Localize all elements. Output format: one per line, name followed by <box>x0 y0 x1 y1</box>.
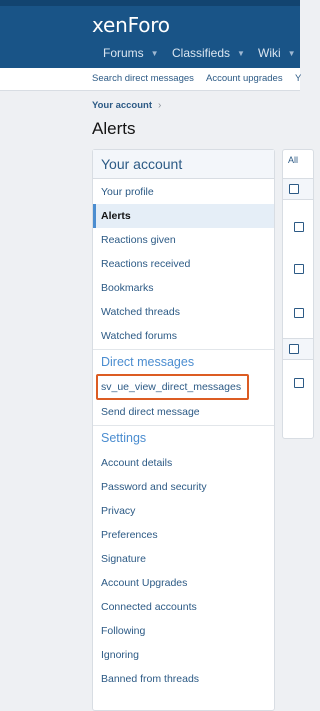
nav-classifieds[interactable]: Classifieds ▼ <box>172 46 245 60</box>
subnav-account-upgrades[interactable]: Account upgrades <box>206 73 283 84</box>
sidebar-item-privacy[interactable]: Privacy <box>93 499 274 523</box>
alert-checkbox[interactable] <box>294 308 304 318</box>
breadcrumb-separator-icon: › <box>158 100 162 111</box>
sidebar-item-reactions-given[interactable]: Reactions given <box>93 228 274 252</box>
sidebar-item-bookmarks[interactable]: Bookmarks <box>93 276 274 300</box>
alert-checkbox[interactable] <box>294 264 304 274</box>
nav-classifieds-label: Classifieds <box>172 46 231 60</box>
sidebar-header: Your account <box>93 150 274 179</box>
sidebar-item-following[interactable]: Following <box>93 619 274 643</box>
subnav-more-link[interactable]: Y <box>295 73 301 84</box>
nav-forums-label: Forums <box>103 46 144 60</box>
subnav-search-direct-messages[interactable]: Search direct messages <box>92 73 194 84</box>
sidebar-section-direct-messages: Direct messages <box>93 349 274 373</box>
sidebar-item-watched-forums[interactable]: Watched forums <box>93 324 274 348</box>
nav-wiki-label: Wiki <box>258 46 281 60</box>
sidebar-item-send-direct-message[interactable]: Send direct message <box>93 400 274 424</box>
alert-checkbox[interactable] <box>294 222 304 232</box>
select-group-checkbox[interactable] <box>289 344 299 354</box>
header-top-strip <box>0 0 300 6</box>
site-logo[interactable]: xenForo <box>92 13 170 37</box>
sidebar-item-watched-threads[interactable]: Watched threads <box>93 300 274 324</box>
account-sidebar: Your account Your profile Alerts Reactio… <box>92 149 275 711</box>
sidebar-title: Your account <box>101 156 183 172</box>
chevron-down-icon[interactable]: ▼ <box>288 49 296 58</box>
highlight-box <box>96 374 249 400</box>
sidebar-item-banned-from-threads[interactable]: Banned from threads <box>93 667 274 691</box>
sidebar-item-reactions-received[interactable]: Reactions received <box>93 252 274 276</box>
sidebar-item-signature[interactable]: Signature <box>93 547 274 571</box>
sidebar-item-account-upgrades[interactable]: Account Upgrades <box>93 571 274 595</box>
sidebar-item-preferences[interactable]: Preferences <box>93 523 274 547</box>
nav-wiki[interactable]: Wiki ▼ <box>258 46 296 60</box>
alerts-select-bar <box>283 178 313 200</box>
sidebar-item-your-profile[interactable]: Your profile <box>93 180 274 204</box>
sidebar-item-alerts[interactable]: Alerts <box>93 204 274 228</box>
select-all-checkbox[interactable] <box>289 184 299 194</box>
sidebar-section-settings: Settings <box>93 425 274 449</box>
site-header: xenForo Forums ▼ Classifieds ▼ Wiki ▼ <box>0 0 300 68</box>
sidebar-item-ignoring[interactable]: Ignoring <box>93 643 274 667</box>
breadcrumb-your-account[interactable]: Your account <box>92 100 152 111</box>
nav-forums[interactable]: Forums ▼ <box>103 46 159 60</box>
tab-all[interactable]: All <box>288 155 298 165</box>
alerts-select-bar <box>283 338 313 360</box>
breadcrumb: Your account › <box>92 100 161 111</box>
sub-nav: Search direct messages Account upgrades … <box>0 68 301 91</box>
sidebar-item-connected-accounts[interactable]: Connected accounts <box>93 595 274 619</box>
alert-checkbox[interactable] <box>294 378 304 388</box>
chevron-down-icon[interactable]: ▼ <box>151 49 159 58</box>
sidebar-item-password-security[interactable]: Password and security <box>93 475 274 499</box>
page-title: Alerts <box>92 119 136 138</box>
chevron-down-icon[interactable]: ▼ <box>237 49 245 58</box>
sidebar-item-account-details[interactable]: Account details <box>93 451 274 475</box>
alerts-panel: All <box>282 149 314 439</box>
